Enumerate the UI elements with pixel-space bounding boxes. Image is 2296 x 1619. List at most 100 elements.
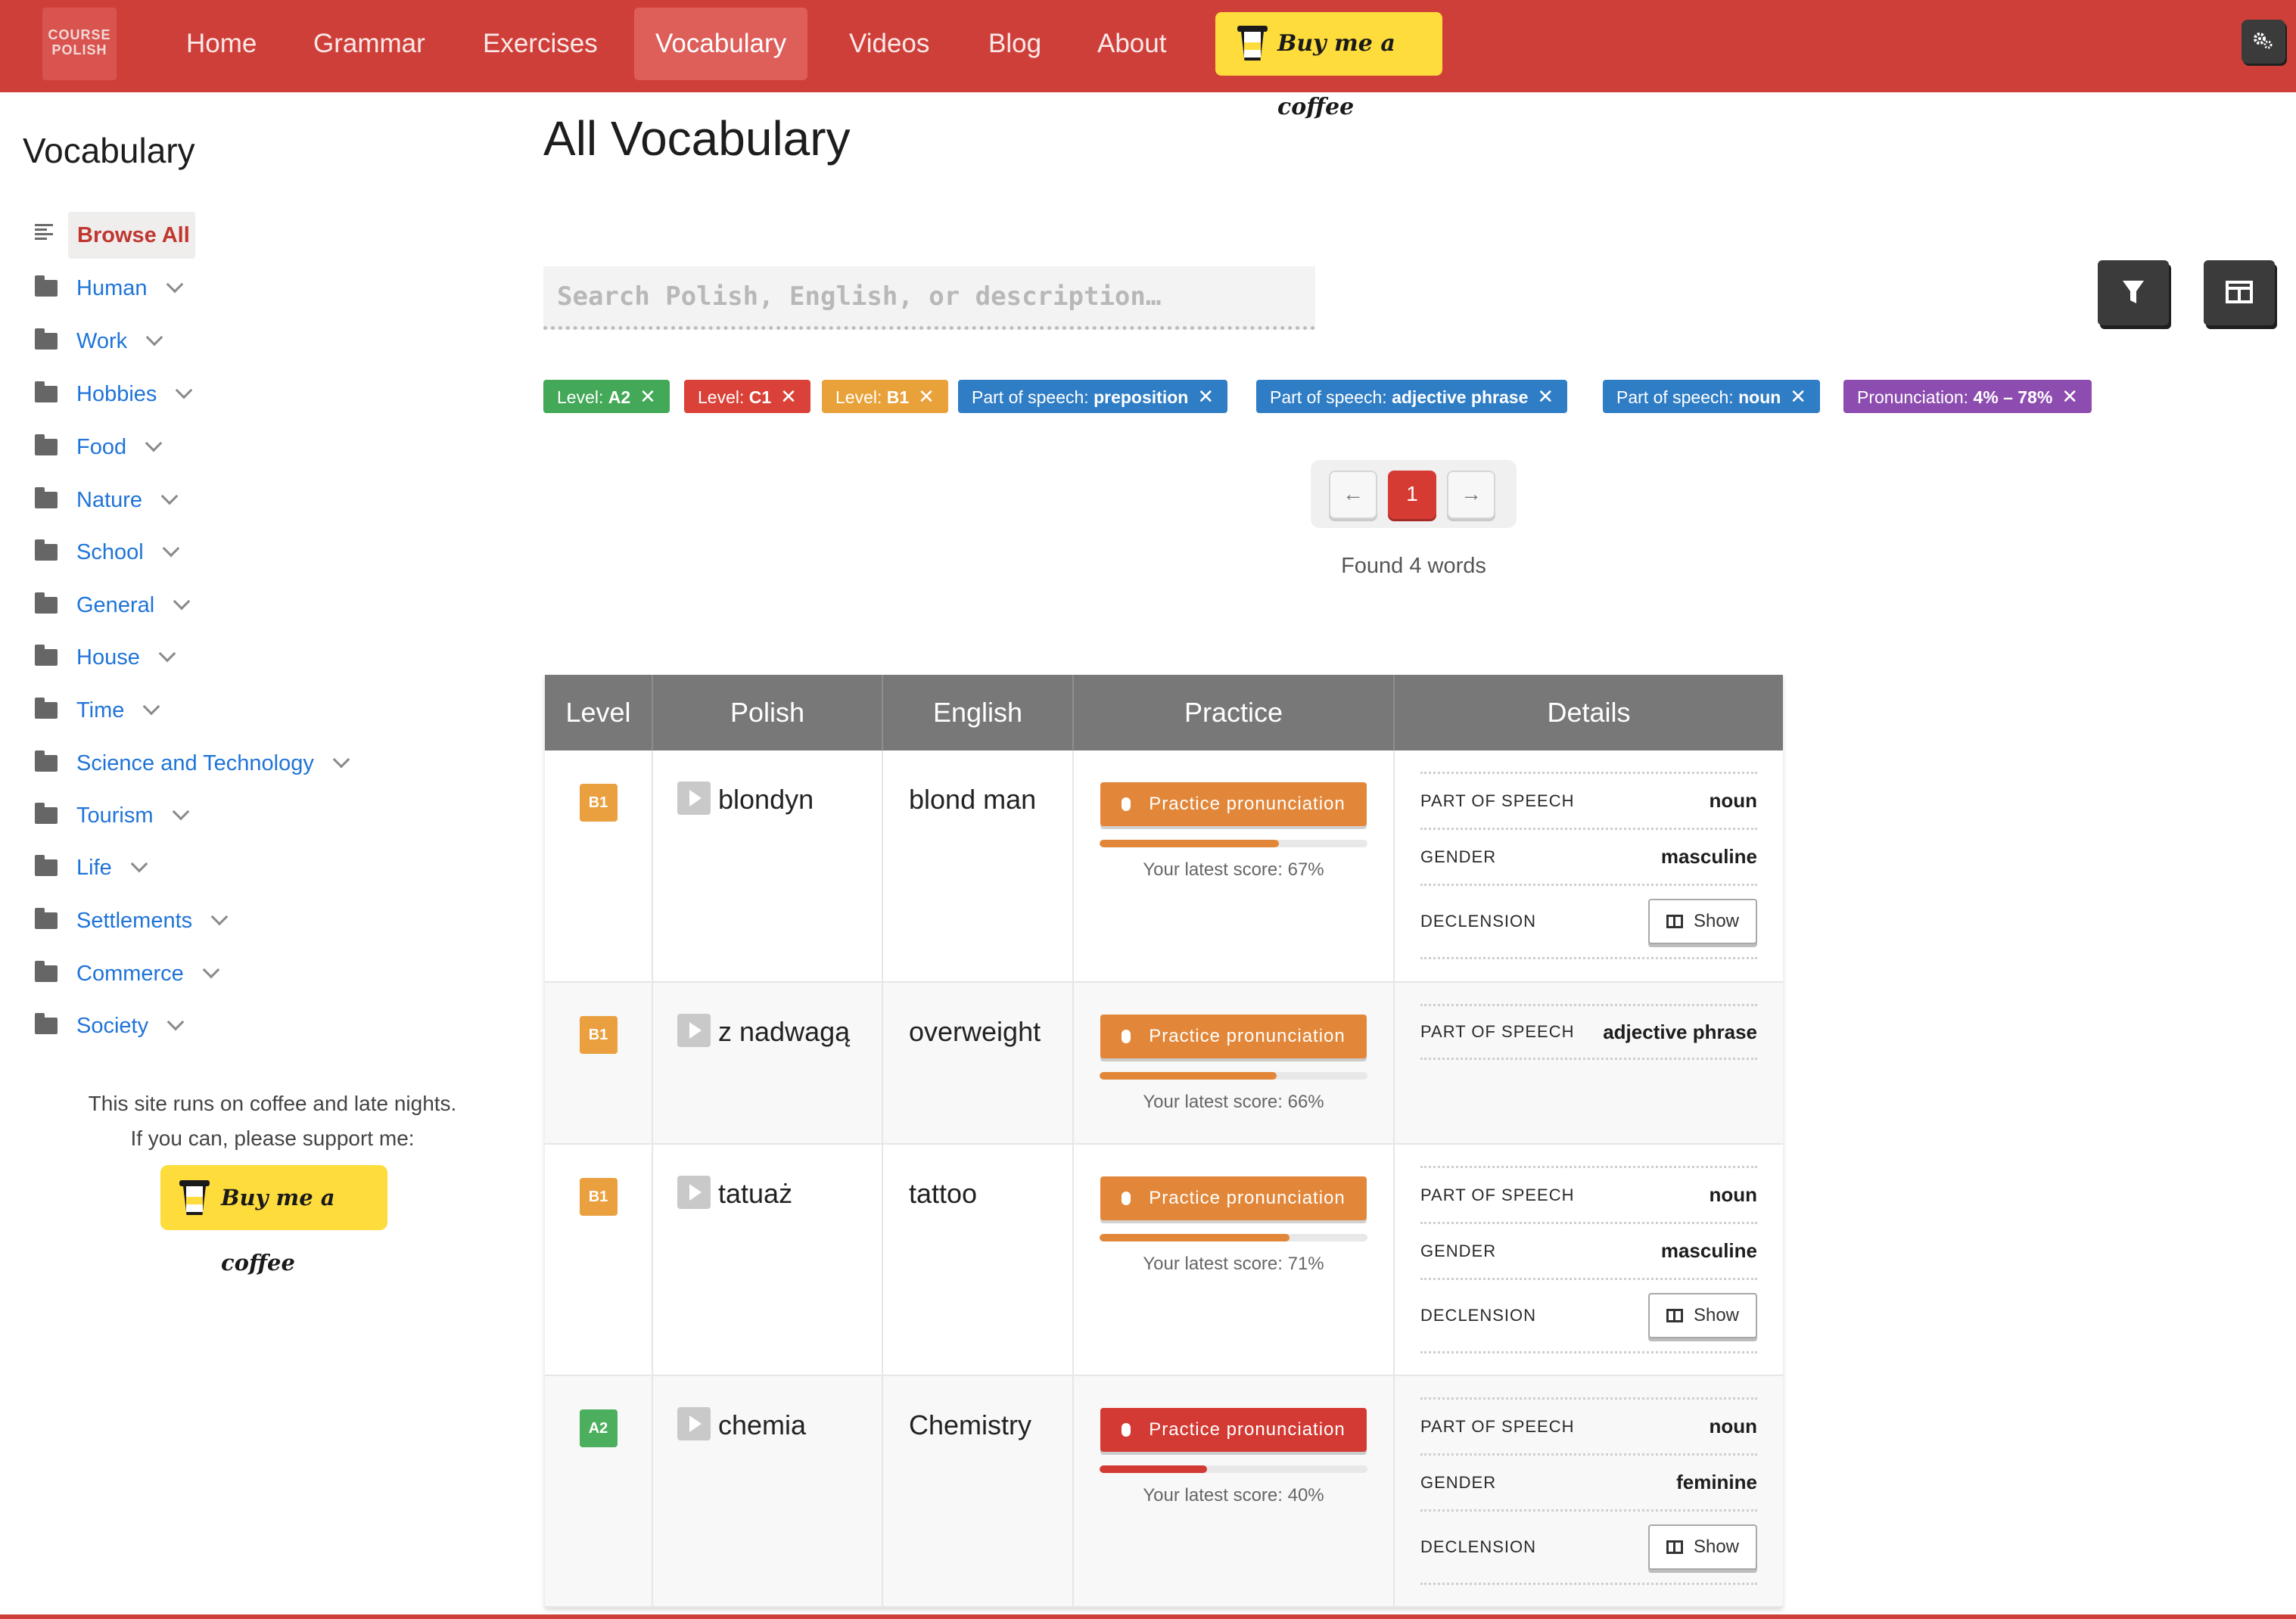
microphone-icon <box>1122 797 1131 811</box>
table-icon <box>1666 915 1683 928</box>
layout-toggle-button[interactable] <box>2204 260 2275 325</box>
score-progress-bar <box>1100 1234 1367 1241</box>
practice-label: Practice pronunciation <box>1149 1026 1346 1046</box>
practice-cell: Practice pronunciation Your latest score… <box>1073 1144 1395 1376</box>
score-progress-bar <box>1100 1465 1367 1473</box>
score-progress-fill <box>1100 1465 1207 1473</box>
column-header-polish[interactable]: Polish <box>652 675 883 750</box>
play-audio-icon[interactable] <box>677 1176 711 1210</box>
practice-pronunciation-button[interactable]: Practice pronunciation <box>1100 782 1367 826</box>
chevron-down-icon[interactable] <box>332 750 350 769</box>
play-audio-icon[interactable] <box>677 1014 711 1048</box>
chevron-down-icon[interactable] <box>162 539 179 558</box>
play-audio-icon[interactable] <box>677 1407 711 1441</box>
chevron-down-icon[interactable] <box>160 487 179 505</box>
show-declension-button[interactable]: Show <box>1648 899 1757 944</box>
polish-cell: chemia <box>652 1375 883 1608</box>
details-cell: PART OF SPEECH noun GENDER feminine DECLEN… <box>1394 1375 1783 1608</box>
chip-label: Part of speech: <box>1270 387 1392 407</box>
chip-value: adjective phrase <box>1392 387 1529 407</box>
settings-button[interactable] <box>2242 20 2285 64</box>
show-label: Show <box>1693 1537 1740 1557</box>
chevron-down-icon[interactable] <box>202 961 220 979</box>
close-icon[interactable]: ✕ <box>2061 385 2078 408</box>
chevron-down-icon[interactable] <box>176 381 193 399</box>
search-input[interactable] <box>543 266 1315 330</box>
polish-word: blondyn <box>718 784 814 815</box>
column-header-level[interactable]: Level <box>545 675 653 750</box>
sidebar-browse-all[interactable]: Browse All <box>68 212 195 259</box>
chevron-down-icon[interactable] <box>145 328 163 346</box>
buy-coffee-label: Buy me a coffee <box>221 1185 335 1276</box>
site-logo[interactable]: COURSE POLISH <box>42 8 117 80</box>
nav-vocabulary[interactable]: Vocabulary <box>634 8 808 80</box>
nav-exercises[interactable]: Exercises <box>462 8 619 80</box>
column-header-details: Details <box>1394 675 1783 750</box>
close-icon[interactable]: ✕ <box>1790 385 1806 408</box>
close-icon[interactable]: ✕ <box>780 385 797 408</box>
english-cell: blond man <box>882 750 1074 983</box>
table-row: A2 chemia Chemistry Practice pronunciati… <box>545 1375 1783 1608</box>
support-note-line2: If you can, please support me: <box>130 1126 415 1150</box>
columns-icon <box>2226 281 2253 303</box>
score-progress-fill <box>1100 1072 1277 1080</box>
page-1-button[interactable]: 1 <box>1388 471 1436 519</box>
buy-coffee-button-sidebar[interactable]: Buy me a coffee <box>160 1165 387 1276</box>
detail-key: PART OF SPEECH <box>1420 1185 1575 1204</box>
column-header-english[interactable]: English <box>882 675 1074 750</box>
folder-icon <box>35 434 58 455</box>
chevron-down-icon[interactable] <box>172 803 189 821</box>
nav-grammar[interactable]: Grammar <box>292 8 446 80</box>
detail-value: noun <box>1709 789 1757 812</box>
practice-pronunciation-button[interactable]: Practice pronunciation <box>1100 1408 1367 1452</box>
next-page-button[interactable]: → <box>1447 471 1495 519</box>
english-cell: overweight <box>882 982 1074 1145</box>
chevron-down-icon[interactable] <box>166 1013 185 1031</box>
practice-pronunciation-button[interactable]: Practice pronunciation <box>1100 1176 1367 1220</box>
english-cell: Chemistry <box>882 1375 1074 1608</box>
sidebar-item-label: General <box>76 593 155 617</box>
close-icon[interactable]: ✕ <box>918 385 935 408</box>
level-badge: B1 <box>579 1178 618 1216</box>
chevron-down-icon[interactable] <box>145 434 163 452</box>
chevron-down-icon[interactable] <box>173 592 191 611</box>
filter-chip-pos-adjective-phrase: Part of speech: adjective phrase ✕ <box>1256 380 1568 413</box>
sidebar-item-label: Work <box>76 329 128 353</box>
show-declension-button[interactable]: Show <box>1648 1524 1757 1570</box>
details-cell: PART OF SPEECH noun GENDER masculine DECLE… <box>1394 1144 1783 1376</box>
practice-label: Practice pronunciation <box>1149 1188 1346 1208</box>
table-icon <box>1666 1309 1683 1322</box>
chevron-down-icon[interactable] <box>158 645 176 663</box>
chevron-down-icon[interactable] <box>210 908 229 926</box>
detail-value: noun <box>1709 1415 1757 1437</box>
chevron-down-icon[interactable] <box>143 698 160 716</box>
chip-value: C1 <box>748 387 772 407</box>
score-progress-fill <box>1100 1234 1290 1241</box>
close-icon[interactable]: ✕ <box>1197 385 1214 408</box>
vocabulary-table: Level Polish English Practice Details B1… <box>545 675 1783 1608</box>
chevron-down-icon[interactable] <box>166 275 183 294</box>
detail-value: masculine <box>1660 845 1757 868</box>
close-icon[interactable]: ✕ <box>1537 385 1554 408</box>
filter-chip-level-a2: Level: A2 ✕ <box>543 380 670 413</box>
buy-coffee-label: Buy me a coffee <box>1277 30 1395 120</box>
buy-coffee-button-top[interactable]: Buy me a coffee <box>1215 12 1442 120</box>
sidebar-item-label: School <box>76 540 144 564</box>
detail-row: DECLENSION Show <box>1420 884 1757 959</box>
nav-videos[interactable]: Videos <box>828 8 950 80</box>
show-declension-button[interactable]: Show <box>1648 1293 1757 1338</box>
polish-cell: z nadwagą <box>652 982 883 1145</box>
detail-key: DECLENSION <box>1420 1537 1537 1556</box>
chip-value: B1 <box>886 387 910 407</box>
nav-blog[interactable]: Blog <box>967 8 1062 80</box>
chevron-down-icon[interactable] <box>130 855 148 873</box>
close-icon[interactable]: ✕ <box>639 385 656 408</box>
prev-page-button[interactable]: ← <box>1329 471 1377 519</box>
play-audio-icon[interactable] <box>677 782 711 816</box>
detail-key: DECLENSION <box>1420 912 1537 931</box>
practice-pronunciation-button[interactable]: Practice pronunciation <box>1100 1015 1367 1058</box>
filter-button[interactable] <box>2098 260 2169 325</box>
sidebar-item-label: House <box>76 645 140 670</box>
nav-home[interactable]: Home <box>165 8 278 80</box>
nav-about[interactable]: About <box>1076 8 1187 80</box>
